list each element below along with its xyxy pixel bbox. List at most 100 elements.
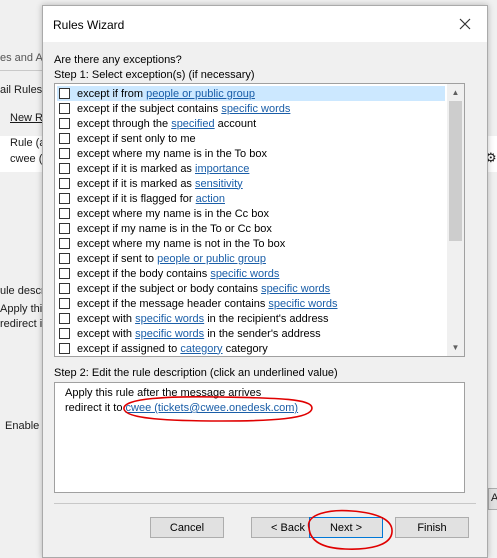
- step1-label: Step 1: Select exception(s) (if necessar…: [54, 69, 255, 81]
- exception-checkbox[interactable]: [59, 268, 70, 279]
- finish-button[interactable]: Finish: [395, 517, 469, 538]
- exception-text: except if the message header contains: [77, 297, 269, 310]
- background-divider: [0, 70, 42, 71]
- scroll-up-arrow-icon[interactable]: ▲: [447, 84, 464, 101]
- description-line-1: Apply this rule after the message arrive…: [65, 387, 262, 399]
- background-text: ail Rules: [0, 84, 43, 96]
- exception-item[interactable]: except if from people or public group: [57, 86, 445, 101]
- exception-checkbox[interactable]: [59, 283, 70, 294]
- exception-item[interactable]: except where my name is in the Cc box: [57, 206, 445, 221]
- background-text: Enable: [5, 420, 40, 432]
- exception-value-link[interactable]: specific words: [210, 268, 279, 280]
- exception-checkbox[interactable]: [59, 343, 70, 354]
- exception-text: except with: [77, 327, 136, 340]
- next-button[interactable]: Next >: [309, 517, 383, 538]
- rules-wizard-dialog: Rules Wizard Are there any exceptions? S…: [42, 5, 488, 558]
- exception-text: except through the: [77, 117, 172, 130]
- question-label: Are there any exceptions?: [54, 54, 182, 66]
- exception-value-link[interactable]: sensitivity: [195, 178, 243, 190]
- scroll-down-arrow-icon[interactable]: ▼: [447, 339, 464, 356]
- exception-item[interactable]: except if the message header contains sp…: [57, 296, 445, 311]
- exception-text: except where my name is in the Cc box: [77, 207, 269, 220]
- exception-item[interactable]: except if sent only to me: [57, 131, 445, 146]
- exception-item[interactable]: except where my name is not in the To bo…: [57, 236, 445, 251]
- background-button: A: [488, 488, 497, 510]
- exception-item[interactable]: except if it is marked as importance: [57, 161, 445, 176]
- exception-item[interactable]: except through the specified account: [57, 116, 445, 131]
- close-icon: [459, 18, 471, 30]
- redirect-target-link[interactable]: cwee (tickets@cwee.onedesk.com): [126, 402, 299, 414]
- background-new-rule-button[interactable]: New R: [10, 112, 43, 124]
- exception-value-link[interactable]: specific words: [261, 283, 330, 295]
- background-text: Rule (a: [10, 137, 46, 149]
- exception-checkbox[interactable]: [59, 133, 70, 144]
- exception-text: account: [214, 117, 257, 130]
- exception-text: except if the body contains: [77, 267, 211, 280]
- exception-checkbox[interactable]: [59, 253, 70, 264]
- background-text: Apply thi: [0, 303, 43, 315]
- exception-item[interactable]: except if my name is in the To or Cc box: [57, 221, 445, 236]
- exception-item[interactable]: except if the subject contains specific …: [57, 101, 445, 116]
- exception-checkbox[interactable]: [59, 193, 70, 204]
- exception-checkbox[interactable]: [59, 88, 70, 99]
- exception-value-link[interactable]: people or public group: [146, 88, 255, 100]
- exception-value-link[interactable]: specific words: [135, 313, 204, 325]
- exception-value-link[interactable]: specific words: [135, 328, 204, 340]
- exception-value-link[interactable]: specific words: [268, 298, 337, 310]
- description-line-2: redirect it to cwee (tickets@cwee.onedes…: [65, 402, 298, 414]
- exceptions-list[interactable]: except if from people or public group exc…: [54, 83, 465, 357]
- exception-value-link[interactable]: specific words: [221, 103, 290, 115]
- exception-checkbox[interactable]: [59, 328, 70, 339]
- exception-item[interactable]: except if the subject or body contains s…: [57, 281, 445, 296]
- scroll-thumb[interactable]: [449, 101, 462, 241]
- exception-value-link[interactable]: specified: [171, 118, 214, 130]
- exception-value-link[interactable]: action: [196, 193, 225, 205]
- exception-text: except with: [77, 312, 136, 325]
- exception-text: except if it is marked as: [77, 177, 195, 190]
- exception-checkbox[interactable]: [59, 163, 70, 174]
- background-text: redirect i: [0, 318, 43, 330]
- exception-item[interactable]: except if it is marked as sensitivity: [57, 176, 445, 191]
- exception-checkbox[interactable]: [59, 103, 70, 114]
- exception-checkbox[interactable]: [59, 118, 70, 129]
- exception-text: category: [222, 342, 268, 355]
- exception-checkbox[interactable]: [59, 208, 70, 219]
- background-text: es and A: [0, 52, 43, 64]
- exception-checkbox[interactable]: [59, 298, 70, 309]
- cancel-button[interactable]: Cancel: [150, 517, 224, 538]
- background-text: cwee (: [10, 153, 43, 165]
- exception-text: except where my name is not in the To bo…: [77, 237, 286, 250]
- exception-item[interactable]: except with specific words in the recipi…: [57, 311, 445, 326]
- exception-text: except if it is marked as: [77, 162, 195, 175]
- exception-text: except where my name is in the To box: [77, 147, 267, 160]
- exception-item[interactable]: except if it is flagged for action: [57, 191, 445, 206]
- exception-text: in the sender's address: [204, 327, 321, 340]
- description-line-2-prefix: redirect it to: [65, 402, 126, 414]
- exception-checkbox[interactable]: [59, 313, 70, 324]
- exception-checkbox[interactable]: [59, 223, 70, 234]
- background-text: ule descr: [0, 285, 45, 297]
- step2-label: Step 2: Edit the rule description (click…: [54, 367, 338, 379]
- exception-text: in the recipient's address: [204, 312, 329, 325]
- exception-checkbox[interactable]: [59, 238, 70, 249]
- button-separator: [54, 503, 476, 504]
- rule-description-box: Apply this rule after the message arrive…: [54, 382, 465, 493]
- exception-value-link[interactable]: people or public group: [157, 253, 266, 265]
- exception-text: except if from: [77, 87, 147, 100]
- exception-text: except if the subject or body contains: [77, 282, 262, 295]
- exceptions-scrollbar[interactable]: ▲ ▼: [447, 84, 464, 356]
- exception-checkbox[interactable]: [59, 148, 70, 159]
- exception-value-link[interactable]: category: [180, 343, 222, 355]
- exception-text: except if sent only to me: [77, 132, 196, 145]
- exception-item[interactable]: except if sent to people or public group: [57, 251, 445, 266]
- exception-item[interactable]: except where my name is in the To box: [57, 146, 445, 161]
- title-bar: Rules Wizard: [43, 6, 487, 42]
- close-button[interactable]: [453, 12, 477, 36]
- exception-checkbox[interactable]: [59, 178, 70, 189]
- exception-value-link[interactable]: importance: [195, 163, 249, 175]
- exception-item[interactable]: except if the body contains specific wor…: [57, 266, 445, 281]
- exception-text: except if the subject contains: [77, 102, 222, 115]
- exception-item[interactable]: except if assigned to category category: [57, 341, 445, 356]
- exception-item[interactable]: except with specific words in the sender…: [57, 326, 445, 341]
- exception-text: except if assigned to: [77, 342, 181, 355]
